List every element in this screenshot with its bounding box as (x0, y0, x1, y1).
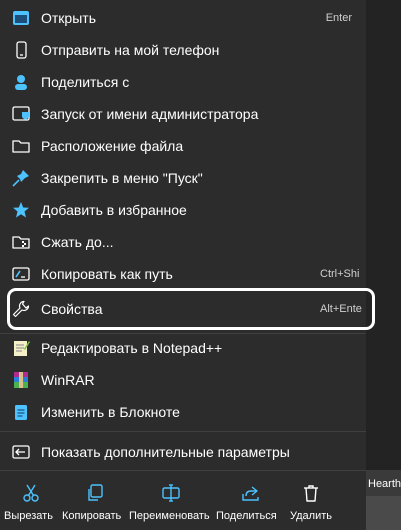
folder-icon (12, 140, 30, 153)
notepad-icon (15, 405, 27, 420)
cut-label: Вырезать (4, 510, 53, 522)
star-icon (13, 202, 29, 218)
share-button[interactable]: Поделиться (216, 475, 284, 530)
menu-item-label: Открыть (41, 10, 96, 26)
share-icon (242, 486, 259, 501)
copy-icon (88, 484, 103, 501)
menu-item-compress[interactable]: Сжать до... (0, 226, 366, 258)
thumbnail-label: Hearth (368, 478, 401, 490)
menu-item-edit-notepadpp[interactable]: Редактировать в Notepad++ (0, 332, 366, 364)
rename-label: Переименовать (129, 510, 210, 522)
context-menu: Открыть Enter Отправить на мой телефон П… (0, 0, 375, 530)
menu-item-label: Закрепить в меню "Пуск" (41, 170, 203, 186)
copy-path-icon (12, 267, 30, 281)
rename-icon (162, 484, 180, 502)
menu-item-label: Запуск от имени администратора (41, 106, 259, 122)
menu-item-open[interactable]: Открыть Enter (0, 2, 366, 34)
delete-label: Удалить (290, 510, 332, 522)
quick-actions-bar: Вырезать Копировать Переименовать Подели… (0, 475, 366, 530)
pin-icon (12, 170, 29, 187)
menu-item-shortcut: Enter (325, 12, 352, 24)
scissors-icon (23, 484, 39, 502)
copy-label: Копировать (62, 510, 122, 522)
menu-item-send-to-phone[interactable]: Отправить на мой телефон (0, 34, 366, 66)
menu-item-edit-notepad[interactable]: Изменить в Блокноте (0, 396, 366, 428)
menu-item-file-location[interactable]: Расположение файла (0, 130, 366, 162)
menu-item-run-as-admin[interactable]: Запуск от имени администратора (0, 98, 366, 130)
menu-item-show-more-options[interactable]: Показать дополнительные параметры (0, 436, 366, 468)
share-icon (15, 75, 27, 90)
menu-item-label: WinRAR (41, 372, 95, 388)
menu-item-shortcut: Ctrl+Shi (320, 268, 360, 280)
shield-icon (12, 106, 30, 121)
trash-icon (304, 485, 318, 502)
open-app-icon (13, 11, 29, 25)
menu-item-label: Показать дополнительные параметры (41, 444, 290, 460)
menu-item-label: Добавить в избранное (41, 202, 187, 218)
menu-item-label: Отправить на мой телефон (41, 42, 220, 58)
selection-highlight (7, 288, 375, 330)
menu-item-add-to-favorites[interactable]: Добавить в избранное (0, 194, 366, 226)
menu-item-winrar[interactable]: WinRAR (0, 364, 366, 396)
more-options-icon (12, 445, 30, 459)
cut-button[interactable]: Вырезать (0, 475, 62, 530)
menu-item-label: Расположение файла (41, 138, 184, 154)
notepadpp-icon (14, 341, 30, 356)
menu-item-copy-as-path[interactable]: Копировать как путь Ctrl+Shi (0, 258, 366, 290)
background-thumbnail[interactable]: Hearth (366, 470, 401, 530)
rename-button[interactable]: Переименовать (128, 475, 216, 530)
winrar-icon (14, 372, 28, 388)
thumbnail-image (366, 496, 401, 530)
menu-item-share-with[interactable]: Поделиться с (0, 66, 366, 98)
archive-folder-icon (12, 236, 30, 249)
menu-item-label: Сжать до... (41, 234, 114, 250)
menu-item-label: Изменить в Блокноте (41, 404, 180, 420)
menu-item-label: Поделиться с (41, 74, 130, 90)
menu-item-label: Редактировать в Notepad++ (41, 340, 223, 356)
menu-separator (0, 470, 366, 471)
delete-button[interactable]: Удалить (284, 475, 340, 530)
share-label: Поделиться (216, 510, 277, 522)
menu-separator (0, 431, 366, 432)
copy-button[interactable]: Копировать (62, 475, 128, 530)
background-desktop (366, 0, 401, 470)
menu-item-label: Копировать как путь (41, 266, 173, 282)
phone-icon (16, 41, 27, 59)
menu-item-pin-to-start[interactable]: Закрепить в меню "Пуск" (0, 162, 366, 194)
